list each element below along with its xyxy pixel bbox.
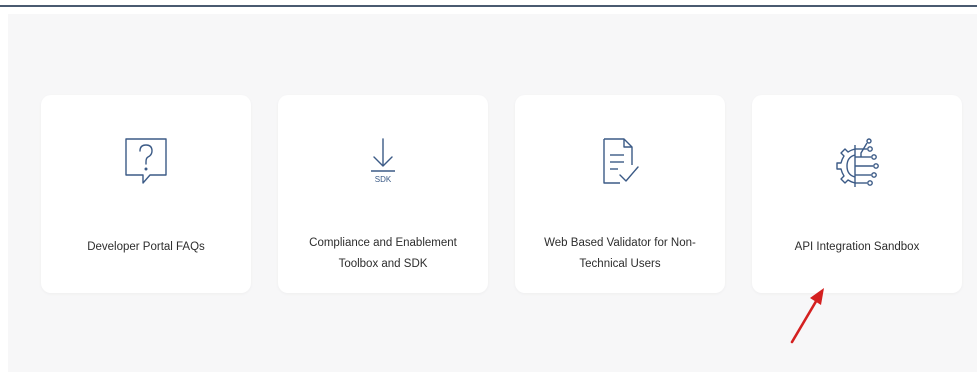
document-check-icon <box>590 133 650 193</box>
card-developer-portal-faqs[interactable]: Developer Portal FAQs <box>41 95 251 293</box>
card-label: API Integration Sandbox <box>794 241 920 253</box>
card-compliance-toolbox-sdk[interactable]: SDK Compliance and Enablement Toolbox an… <box>278 95 488 293</box>
card-label: Compliance and Enablement Toolbox and SD… <box>309 237 457 270</box>
top-divider <box>0 5 977 7</box>
card-label: Web Based Validator for Non-Technical Us… <box>544 237 696 270</box>
card-api-integration-sandbox[interactable]: API Integration Sandbox <box>752 95 962 293</box>
card-web-validator[interactable]: Web Based Validator for Non-Technical Us… <box>515 95 725 293</box>
card-label: Developer Portal FAQs <box>87 241 205 253</box>
sdk-download-icon: SDK <box>353 133 413 193</box>
annotation-arrow-icon <box>790 288 824 344</box>
gear-circuit-icon <box>827 133 887 193</box>
question-bubble-icon <box>116 133 176 193</box>
sdk-icon-text: SDK <box>375 175 392 184</box>
